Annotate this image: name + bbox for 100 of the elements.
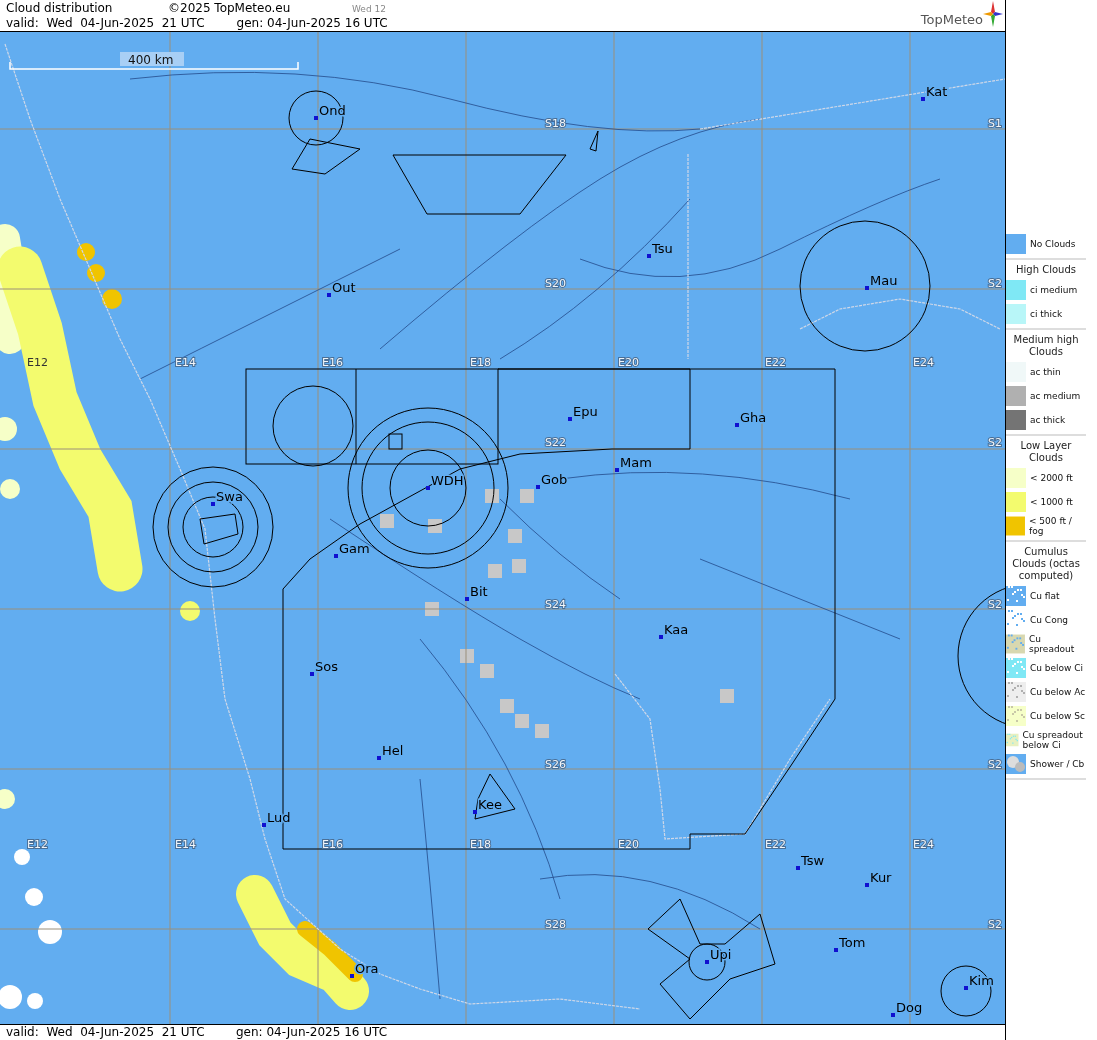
place-label: Out <box>332 280 356 295</box>
place-label: Lud <box>267 810 291 825</box>
place-marker <box>891 1013 895 1017</box>
longitude-label: E14 <box>175 838 196 851</box>
place-marker <box>314 116 318 120</box>
legend-label: Shower / Cb <box>1030 759 1085 769</box>
place-label: Hel <box>382 743 404 758</box>
legend-heading: Low Layer Clouds <box>1019 439 1073 465</box>
place-marker <box>262 823 266 827</box>
legend-label: Cu flat <box>1030 591 1060 601</box>
legend-label: < 1000 ft <box>1030 497 1073 507</box>
legend-label: Cu spreadout <box>1028 634 1076 654</box>
place-label: Swa <box>216 489 243 504</box>
legend-swatch <box>1006 362 1026 382</box>
place-label: Dog <box>896 1000 923 1015</box>
longitude-label: E22 <box>765 356 786 369</box>
latitude-label: S28 <box>545 918 566 931</box>
day-tab[interactable]: Wed 12 <box>352 2 386 17</box>
legend-label: Cu below Sc <box>1030 711 1085 721</box>
legend-label: ac thick <box>1030 415 1066 425</box>
latitude-label: S20 <box>545 277 566 290</box>
legend-label: Cu Cong <box>1030 615 1069 625</box>
legend-swatch <box>1006 280 1026 300</box>
latitude-label: S22 <box>545 436 566 449</box>
place-marker <box>834 948 838 952</box>
place-marker <box>796 866 800 870</box>
logo-text: TopMeteo <box>920 12 983 27</box>
place-marker <box>377 756 381 760</box>
place-label: Bit <box>470 584 488 599</box>
longitude-label: E16 <box>322 838 343 851</box>
map-title: Cloud distribution <box>6 1 114 16</box>
longitude-label: E16 <box>322 356 343 369</box>
latitude-label: S2 <box>988 758 1002 771</box>
longitude-label: E20 <box>618 838 639 851</box>
place-label: Epu <box>573 404 598 419</box>
legend-label: Cu below Ac <box>1030 687 1086 697</box>
legend-swatch <box>1006 682 1026 702</box>
longitude-label: E14 <box>175 356 196 369</box>
place-label: Ond <box>319 103 346 118</box>
latitude-label: S26 <box>545 758 566 771</box>
legend-heading: High Clouds <box>1015 263 1077 277</box>
longitude-label: E22 <box>765 838 786 851</box>
place-marker <box>473 810 477 814</box>
generated-time: gen: 04-Jun-2025 16 UTC <box>236 1025 388 1039</box>
place-marker <box>865 286 869 290</box>
longitude-label: E24 <box>913 356 934 369</box>
valid-time: valid: Wed 04-Jun-2025 21 UTC <box>6 16 205 31</box>
place-marker <box>921 97 925 101</box>
place-marker <box>426 486 430 490</box>
place-marker <box>735 423 739 427</box>
place-marker <box>536 485 540 489</box>
legend-label: Cu below Ci <box>1030 663 1084 673</box>
legend-label: < 500 ft / fog <box>1028 516 1073 536</box>
place-marker <box>615 468 619 472</box>
latitude-label: S1 <box>988 117 1002 130</box>
legend-swatch <box>1006 706 1026 726</box>
place-marker <box>659 635 663 639</box>
latitude-label: S2 <box>988 918 1002 931</box>
legend-swatch <box>1006 468 1026 488</box>
longitude-label: E12 <box>27 838 48 851</box>
longitude-label: E12 <box>27 356 48 369</box>
place-marker <box>350 974 354 978</box>
place-label: Tsw <box>801 853 825 868</box>
compass-star-icon <box>983 1 1003 27</box>
latitude-label: S2 <box>988 436 1002 449</box>
place-marker <box>334 554 338 558</box>
legend-label: ci medium <box>1030 285 1078 295</box>
legend-heading: Cumulus Clouds (octas computed) <box>1011 545 1081 583</box>
longitude-label: E18 <box>470 838 491 851</box>
latitude-label: S2 <box>988 277 1002 290</box>
generated-time: gen: 04-Jun-2025 16 UTC <box>236 16 388 31</box>
latitude-label: S2 <box>988 598 1002 611</box>
legend-swatch <box>1006 386 1026 406</box>
legend-swatch <box>1006 516 1025 536</box>
place-label: Gam <box>339 541 370 556</box>
scale-label: 400 km <box>128 53 174 67</box>
place-marker <box>310 672 314 676</box>
place-label: Sos <box>315 659 338 674</box>
place-label: Kat <box>926 84 948 99</box>
longitude-label: E20 <box>618 356 639 369</box>
place-marker <box>211 502 215 506</box>
legend-heading: Medium high Clouds <box>1012 333 1080 359</box>
place-label: Kim <box>969 973 994 988</box>
valid-time: valid: Wed 04-Jun-2025 21 UTC <box>6 1025 206 1039</box>
place-label: Gob <box>541 472 568 487</box>
place-marker <box>327 293 331 297</box>
legend-swatch <box>1006 492 1026 512</box>
place-marker <box>568 417 572 421</box>
legend-swatch <box>1006 304 1026 324</box>
place-label: Tom <box>839 935 866 950</box>
legend-swatch <box>1006 410 1026 430</box>
place-marker <box>465 597 469 601</box>
place-marker <box>964 986 968 990</box>
place-label: Gha <box>740 410 767 425</box>
place-marker <box>647 254 651 258</box>
place-label: Kee <box>478 797 502 812</box>
legend-swatch <box>1006 658 1026 678</box>
place-label: Kaa <box>664 622 689 637</box>
latitude-label: S24 <box>545 598 566 611</box>
place-label: Mau <box>870 273 898 288</box>
